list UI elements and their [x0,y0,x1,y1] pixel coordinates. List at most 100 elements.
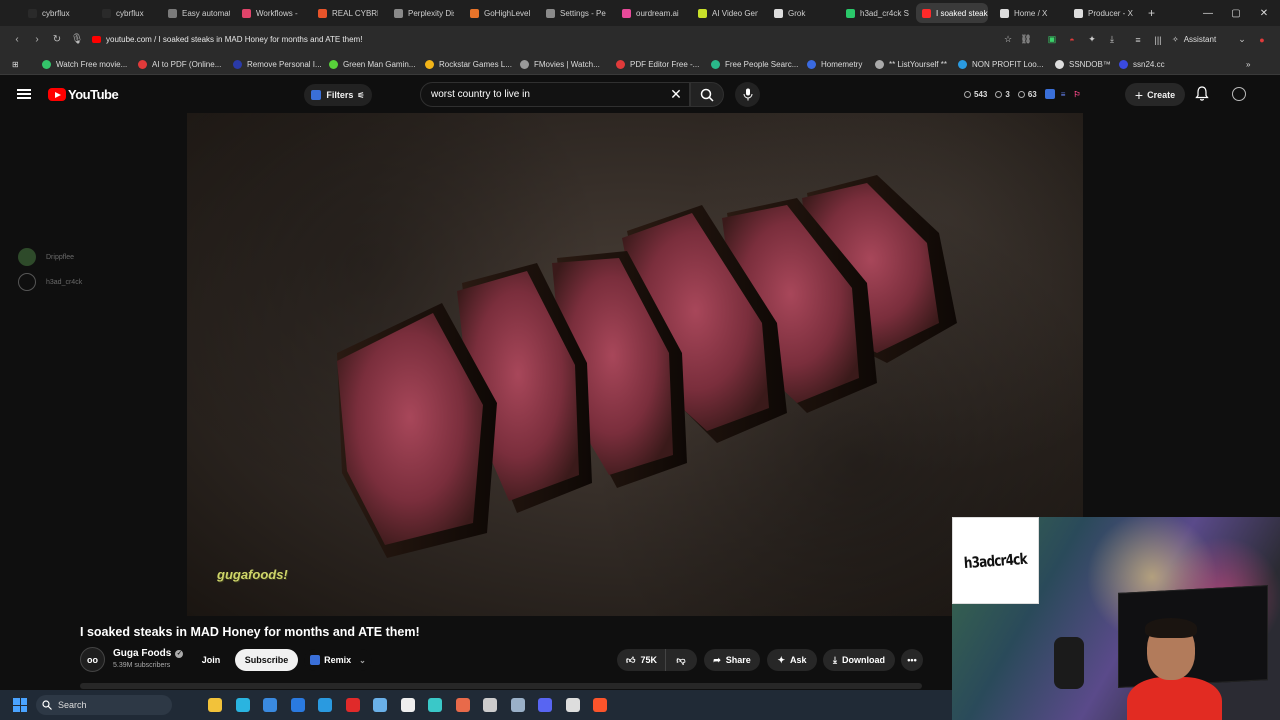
capcut-icon[interactable] [401,698,415,712]
join-button[interactable]: Join [194,649,228,671]
bookmark-item[interactable]: PDF Editor Free -... [616,56,699,72]
bookmark-item[interactable]: ssn24.cc [1119,56,1165,72]
tab-label: Producer - X [1088,8,1133,18]
vscode-icon[interactable] [318,698,332,712]
channel-name[interactable]: Guga Foods ✓ [113,648,184,659]
new-tab-button[interactable]: + [1142,3,1161,23]
ghost-label: Drippflee [46,253,75,261]
settings-icon[interactable] [511,698,525,712]
address-bar[interactable]: youtube.com / I soaked steaks in MAD Hon… [92,30,998,49]
notifications-bell-icon[interactable] [1195,86,1209,104]
brave-icon[interactable] [593,698,607,712]
taskbar-search[interactable]: Search [36,695,172,715]
extension-stats[interactable]: 543 3 63 ≡ ⚐ [964,84,1081,104]
share-link-icon[interactable]: ⛓ [1018,26,1034,53]
browser-tab[interactable]: Producer - X [1068,3,1136,23]
terminal-icon[interactable] [483,698,497,712]
browser-tab[interactable]: h3ad_cr4ck S [840,3,910,23]
alert-extension-icon[interactable]: ⚐ [1073,90,1080,99]
assistant-button[interactable]: ✧ Assistant [1172,26,1216,53]
reload-icon[interactable]: ↻ [48,26,66,53]
share-button[interactable]: ➦ Share [704,649,760,671]
search-button[interactable] [690,82,724,107]
hamburger-menu-icon[interactable] [17,87,31,101]
bookmark-item[interactable]: Homemetry [807,56,862,72]
bookmark-item[interactable]: ** ListYourself ** [875,56,947,72]
browser-tab[interactable]: Easy automat [162,3,230,23]
bookmark-item[interactable]: AI to PDF (Online... [138,56,221,72]
filters-button[interactable]: Filters ⚟ [304,84,372,106]
audio-icon[interactable]: ||| [1150,26,1166,53]
ask-button[interactable]: ✦ Ask [767,649,817,671]
browser-tab[interactable]: cybrflux [22,3,92,23]
store-icon[interactable] [263,698,277,712]
youtube-logo[interactable]: YouTube [48,87,119,102]
extensions-icon[interactable]: ✦ [1084,26,1100,53]
dislike-button[interactable]: 👎︎ [666,655,696,666]
mic-icon[interactable]: 🎙 [68,26,86,53]
download-icon[interactable]: ⤓ [1104,26,1120,53]
profile-avatar-icon[interactable]: ● [1254,26,1270,53]
bookmark-item[interactable]: Watch Free movie... [42,56,127,72]
discord-icon[interactable] [538,698,552,712]
bookmark-item[interactable]: Green Man Gamin... [329,56,415,72]
search-input[interactable]: worst country to live in [420,82,690,107]
bookmark-favicon-icon [875,59,884,69]
bookmark-item[interactable]: Free People Searc... [711,56,798,72]
remix-button[interactable]: Remix ⌄ [304,649,372,671]
obs-icon[interactable] [566,698,580,712]
like-button[interactable]: 👍︎ 75K [618,649,666,671]
forward-icon[interactable]: › [28,26,46,53]
bookmark-item[interactable]: FMovies | Watch... [520,56,600,72]
browser-tab[interactable]: ourdream.ai [616,3,682,23]
bookmark-star-icon[interactable]: ☆ [1000,26,1016,53]
create-button[interactable]: + Create [1125,83,1185,106]
extension-icon[interactable] [1044,89,1055,99]
account-avatar-icon[interactable] [1232,87,1246,101]
browser-tab[interactable]: Settings - Pe [540,3,606,23]
browser-tab[interactable]: Perplexity Dis [388,3,454,23]
menu-lines-icon[interactable]: ≡ [1130,26,1146,53]
browser-tab[interactable]: cybrflux [96,3,156,23]
notepad-icon[interactable] [373,698,387,712]
browser-tab[interactable]: Workflows - [236,3,302,23]
youtube-header: YouTube Filters ⚟ worst country to live … [0,76,1280,113]
channel-avatar[interactable]: oo [80,647,105,672]
browser-tab[interactable]: REAL CYBRF [312,3,378,23]
back-icon[interactable]: ‹ [8,26,26,53]
outlook-icon[interactable] [291,698,305,712]
more-bookmarks-icon[interactable]: » [1246,56,1250,72]
voice-search-button[interactable] [735,82,760,107]
download-button[interactable]: ⤓ Download [823,649,895,671]
bookmark-item[interactable]: Rockstar Games L... [425,56,512,72]
video-title: I soaked steaks in MAD Honey for months … [80,625,420,639]
pokeball-extension-icon[interactable]: ◓ [1064,26,1080,53]
minimize-icon[interactable]: — [1194,0,1222,26]
edge-icon[interactable] [236,698,250,712]
browser-tab[interactable]: Home / X [994,3,1060,23]
subscribe-button[interactable]: Subscribe [235,649,298,671]
clear-search-icon[interactable]: ✕ [666,82,686,107]
apps-grid-icon[interactable]: ⊞ [12,56,19,72]
acrobat-icon[interactable] [346,698,360,712]
browser-tab[interactable]: AI Video Gen [692,3,758,23]
browser-tab[interactable]: Grok [768,3,834,23]
search-query-text: worst country to live in [431,89,530,100]
bookmark-item[interactable]: Remove Personal I... [233,56,322,72]
maximize-icon[interactable]: ▢ [1222,0,1250,26]
windows-start-icon[interactable] [13,698,27,712]
browser-tab[interactable]: GoHighLevel [464,3,530,23]
bookmark-item[interactable]: SSNDOB™ [1055,56,1111,72]
close-window-icon[interactable]: ✕ [1250,0,1278,26]
more-actions-button[interactable]: ••• [901,649,923,671]
copilot-icon[interactable] [428,698,442,712]
list-icon[interactable]: ≡ [1061,90,1066,99]
asana-icon[interactable] [456,698,470,712]
bookmark-item[interactable]: NON PROFIT Loo... [958,56,1043,72]
file-explorer-icon[interactable] [208,698,222,712]
chat-extension-icon[interactable]: ▣ [1044,26,1060,53]
video-player[interactable]: gugafoods! [187,113,1083,616]
clock-icon [964,90,971,98]
browser-tab[interactable]: I soaked steak [916,3,988,23]
chevron-down-icon[interactable]: ⌄ [1234,26,1250,53]
